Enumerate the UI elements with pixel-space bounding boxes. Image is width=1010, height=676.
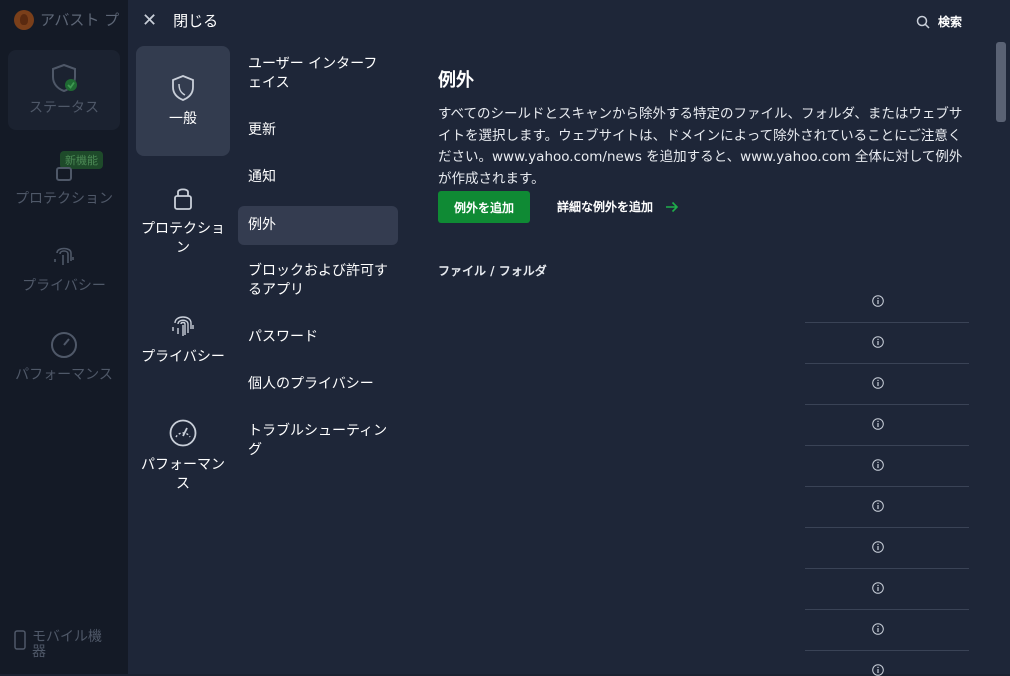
info-icon[interactable] — [872, 459, 884, 471]
background-nav-privacy-label: プライバシー — [22, 278, 106, 294]
info-icon[interactable] — [872, 582, 884, 594]
background-nav-status-label: ステータス — [29, 100, 99, 116]
add-exception-label: 例外を追加 — [453, 200, 514, 215]
submenu-troubleshooting[interactable]: トラブルシューティング — [238, 422, 398, 460]
exception-row — [805, 651, 969, 676]
shield-check-icon — [52, 63, 77, 93]
background-nav-protection-label: プロテクション — [15, 191, 113, 207]
close-label: 閉じる — [173, 12, 219, 30]
settings-topbar: ✕ 閉じる 検索 — [128, 0, 1010, 40]
submenu-user-interface[interactable]: ユーザー インターフェイス — [238, 55, 398, 93]
background-nav-status: ステータス — [8, 50, 120, 130]
exception-row — [805, 446, 969, 487]
submenu-exceptions[interactable]: 例外 — [238, 206, 398, 245]
search-label: 検索 — [938, 15, 963, 29]
background-nav-protection: プロテクション — [8, 164, 120, 208]
page-description: すべてのシールドとスキャンから除外する特定のファイル、フォルダ、またはウェブサイ… — [438, 106, 963, 187]
lock-icon — [56, 167, 72, 181]
page-title: 例外 — [438, 70, 474, 91]
add-advanced-exception-label: 詳細な例外を追加 — [557, 200, 654, 214]
submenu-passwords[interactable]: パスワード — [238, 328, 398, 347]
add-advanced-exception-link[interactable]: 詳細な例外を追加 — [557, 198, 679, 215]
submenu-notifications[interactable]: 通知 — [238, 168, 398, 187]
exception-row — [805, 282, 969, 323]
background-nav-performance-label: パフォーマンス — [15, 367, 113, 383]
background-app-title: アバスト プ — [14, 9, 119, 30]
background-app: アバスト プ ステータス 新機能 プロテクション プライバシー パフォーマンス — [0, 0, 128, 674]
close-button[interactable]: ✕ 閉じる — [142, 10, 218, 31]
background-nav-mobile-label: モバイル機器 — [32, 629, 102, 660]
category-protection-label: プロテクション — [141, 221, 225, 256]
file-folder-section-label: ファイル / フォルダ — [438, 264, 547, 278]
add-exception-button[interactable]: 例外を追加 — [438, 191, 530, 223]
fingerprint-icon — [54, 247, 74, 265]
background-nav-mobile: モバイル機器 — [14, 630, 112, 660]
category-general-label: 一般 — [169, 110, 197, 127]
exception-row — [805, 528, 969, 569]
background-nav-privacy: プライバシー — [8, 243, 120, 295]
speedometer-icon — [169, 419, 197, 447]
speedometer-icon — [51, 332, 77, 358]
submenu-personal-privacy[interactable]: 個人のプライバシー — [238, 375, 398, 394]
submenu-exceptions-label: 例外 — [248, 217, 276, 233]
category-performance-label: パフォーマンス — [141, 457, 225, 492]
arrow-right-icon — [666, 201, 679, 212]
category-performance[interactable]: パフォーマンス — [136, 418, 230, 494]
info-icon[interactable] — [872, 623, 884, 635]
lock-icon — [174, 188, 192, 210]
close-icon: ✕ — [142, 9, 158, 31]
info-icon[interactable] — [872, 541, 884, 553]
info-icon[interactable] — [872, 664, 884, 676]
vertical-scrollbar[interactable] — [996, 42, 1006, 122]
category-privacy-label: プライバシー — [141, 349, 225, 365]
settings-overlay: ✕ 閉じる 検索 一般 プロテクション プライバシー パフォーマンス ユーザー … — [128, 0, 1010, 676]
submenu-update[interactable]: 更新 — [238, 121, 398, 140]
search-button[interactable]: 検索 — [916, 13, 962, 30]
background-nav-performance: パフォーマンス — [8, 330, 120, 384]
mobile-phone-icon — [14, 630, 26, 650]
exception-row — [805, 323, 969, 364]
info-icon[interactable] — [872, 500, 884, 512]
exception-row — [805, 569, 969, 610]
exception-row — [805, 487, 969, 528]
category-privacy[interactable]: プライバシー — [136, 312, 230, 367]
info-icon[interactable] — [872, 418, 884, 430]
search-icon — [916, 15, 930, 29]
fingerprint-icon — [172, 316, 194, 336]
info-icon[interactable] — [872, 336, 884, 348]
info-icon[interactable] — [872, 295, 884, 307]
submenu-blocked-allowed-apps[interactable]: ブロックおよび許可するアプリ — [238, 262, 398, 300]
exception-row — [805, 405, 969, 446]
info-icon[interactable] — [872, 377, 884, 389]
background-title-text: アバスト プ — [40, 11, 120, 29]
exception-row — [805, 610, 969, 651]
category-general[interactable]: 一般 — [136, 46, 230, 156]
shield-icon — [172, 74, 194, 101]
category-protection[interactable]: プロテクション — [136, 184, 230, 258]
avast-logo-icon — [14, 9, 34, 30]
exception-row — [805, 364, 969, 405]
